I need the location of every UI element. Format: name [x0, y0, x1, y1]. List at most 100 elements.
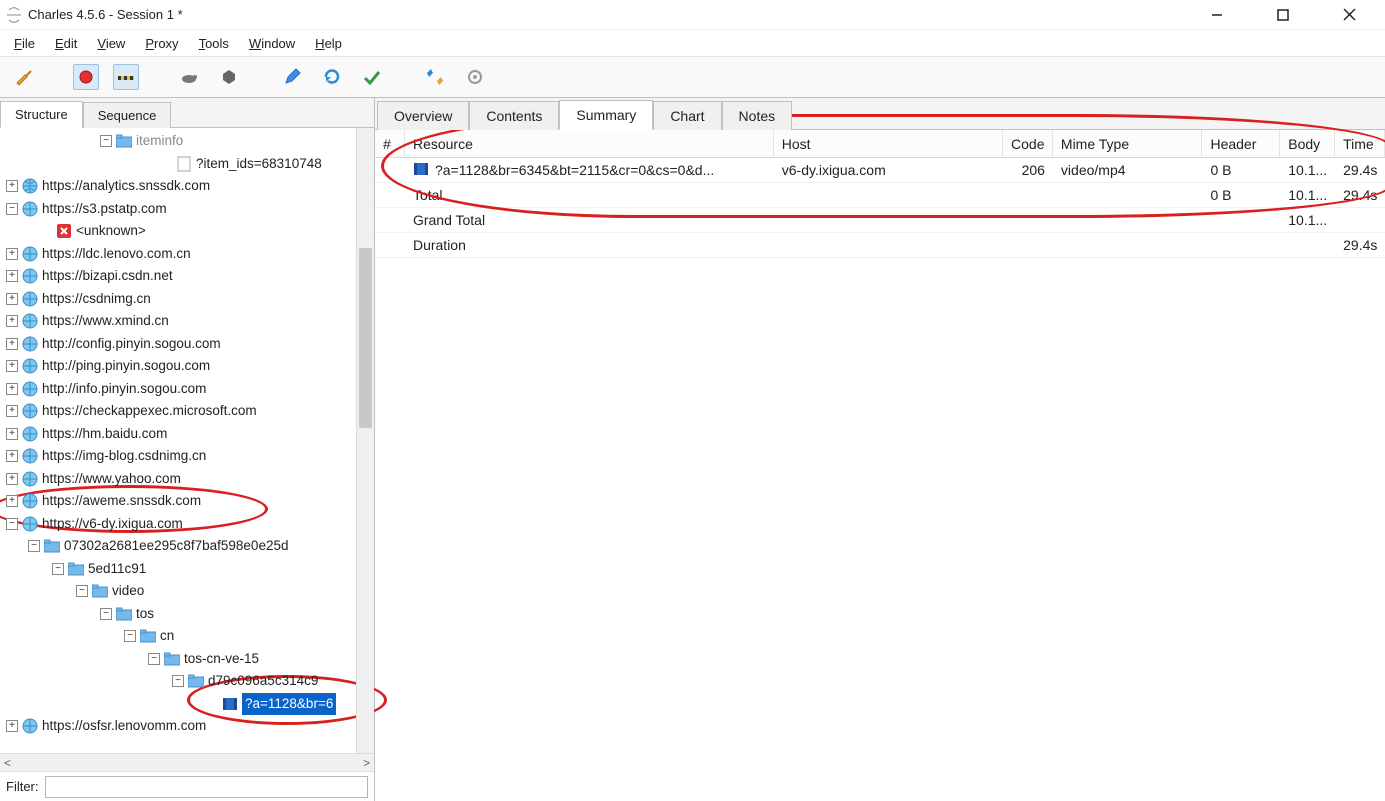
host-tree[interactable]: − iteminfo ?item_ids=68310748 +https://a… — [0, 128, 356, 753]
expand-icon[interactable]: + — [6, 248, 18, 260]
collapse-icon[interactable]: − — [100, 135, 112, 147]
toolbar — [0, 56, 1385, 98]
throttle-button[interactable] — [113, 64, 139, 90]
collapse-icon[interactable]: − — [76, 585, 88, 597]
tree-node-label[interactable]: d79c096a5c314c9 — [208, 670, 318, 693]
breakpoint-icon[interactable] — [216, 64, 242, 90]
col-mime[interactable]: Mime Type — [1053, 130, 1203, 157]
tab-chart[interactable]: Chart — [653, 101, 721, 130]
col-time[interactable]: Time — [1335, 130, 1385, 157]
tree-host[interactable]: https://v6-dy.ixigua.com — [42, 513, 183, 536]
col-resource[interactable]: Resource — [405, 130, 774, 157]
tab-summary[interactable]: Summary — [559, 100, 653, 130]
menu-help[interactable]: Help — [307, 34, 350, 53]
tree-host[interactable]: https://csdnimg.cn — [42, 288, 151, 311]
tree-node-label[interactable]: 5ed11c91 — [88, 558, 146, 581]
settings-icon[interactable] — [462, 64, 488, 90]
tree-node-label[interactable]: tos — [136, 603, 154, 626]
tab-notes[interactable]: Notes — [722, 101, 793, 130]
expand-icon[interactable]: + — [6, 270, 18, 282]
tree-node-label[interactable]: <unknown> — [76, 220, 146, 243]
expand-icon[interactable]: + — [6, 405, 18, 417]
tools-icon[interactable] — [422, 64, 448, 90]
folder-icon — [68, 561, 84, 577]
expand-icon[interactable]: + — [6, 428, 18, 440]
scroll-left-icon[interactable]: < — [4, 756, 11, 770]
total-label: Total — [405, 187, 774, 203]
turtle-icon[interactable] — [176, 64, 202, 90]
menu-file[interactable]: File — [6, 34, 43, 53]
collapse-icon[interactable]: − — [28, 540, 40, 552]
col-header[interactable]: Header — [1202, 130, 1280, 157]
check-icon[interactable] — [359, 64, 385, 90]
tree-host[interactable]: https://img-blog.csdnimg.cn — [42, 445, 206, 468]
tree-host[interactable]: https://aweme.snssdk.com — [42, 490, 201, 513]
tree-node-label[interactable]: 07302a2681ee295c8f7baf598e0e25d — [64, 535, 288, 558]
globe-icon — [22, 493, 38, 509]
menu-edit[interactable]: Edit — [47, 34, 85, 53]
collapse-icon[interactable]: − — [6, 518, 18, 530]
maximize-button[interactable] — [1261, 1, 1305, 29]
tree-host[interactable]: http://info.pinyin.sogou.com — [42, 378, 206, 401]
tree-host[interactable]: https://osfsr.lenovomm.com — [42, 715, 206, 738]
expand-icon[interactable]: + — [6, 473, 18, 485]
collapse-icon[interactable]: − — [172, 675, 184, 687]
tree-horizontal-scrollbar[interactable]: < > — [0, 753, 374, 771]
expand-icon[interactable]: + — [6, 315, 18, 327]
expand-icon[interactable]: + — [6, 720, 18, 732]
minimize-button[interactable] — [1195, 1, 1239, 29]
tab-structure[interactable]: Structure — [0, 101, 83, 128]
collapse-icon[interactable]: − — [148, 653, 160, 665]
expand-icon[interactable]: + — [6, 360, 18, 372]
table-row[interactable]: ?a=1128&br=6345&bt=2115&cr=0&cs=0&d... v… — [375, 158, 1385, 183]
menu-view[interactable]: View — [89, 34, 133, 53]
tree-node-label[interactable]: cn — [160, 625, 174, 648]
tree-vertical-scrollbar[interactable] — [356, 128, 374, 753]
tree-host[interactable]: https://s3.pstatp.com — [42, 198, 167, 221]
expand-icon[interactable]: + — [6, 383, 18, 395]
broom-icon[interactable] — [10, 64, 36, 90]
tree-host[interactable]: https://www.yahoo.com — [42, 468, 181, 491]
cell-header: 0 B — [1202, 162, 1280, 178]
tree-host[interactable]: https://analytics.snssdk.com — [42, 175, 210, 198]
tree-host[interactable]: https://checkappexec.microsoft.com — [42, 400, 257, 423]
expand-icon[interactable]: + — [6, 495, 18, 507]
tab-contents[interactable]: Contents — [469, 101, 559, 130]
tree-host[interactable]: https://www.xmind.cn — [42, 310, 169, 333]
tree-node-label[interactable]: tos-cn-ve-15 — [184, 648, 259, 671]
collapse-icon[interactable]: − — [6, 203, 18, 215]
edit-icon[interactable] — [279, 64, 305, 90]
scroll-right-icon[interactable]: > — [363, 756, 370, 770]
expand-icon[interactable]: + — [6, 293, 18, 305]
right-tabs: Overview Contents Summary Chart Notes — [375, 98, 1385, 130]
menu-tools[interactable]: Tools — [191, 34, 237, 53]
col-code[interactable]: Code — [1003, 130, 1053, 157]
col-body[interactable]: Body — [1280, 130, 1335, 157]
col-host[interactable]: Host — [774, 130, 1003, 157]
tab-overview[interactable]: Overview — [377, 101, 469, 130]
record-button[interactable] — [73, 64, 99, 90]
tree-host[interactable]: https://bizapi.csdn.net — [42, 265, 173, 288]
tree-host[interactable]: https://ldc.lenovo.com.cn — [42, 243, 191, 266]
tree-host[interactable]: http://ping.pinyin.sogou.com — [42, 355, 210, 378]
filter-input[interactable] — [45, 776, 369, 798]
scrollbar-thumb[interactable] — [359, 248, 372, 428]
tree-node-label[interactable]: video — [112, 580, 144, 603]
collapse-icon[interactable]: − — [52, 563, 64, 575]
expand-icon[interactable]: + — [6, 338, 18, 350]
collapse-icon[interactable]: − — [100, 608, 112, 620]
tree-host[interactable]: https://hm.baidu.com — [42, 423, 167, 446]
menu-window[interactable]: Window — [241, 34, 303, 53]
menu-proxy[interactable]: Proxy — [137, 34, 186, 53]
col-num[interactable]: # — [375, 130, 405, 157]
folder-icon — [116, 606, 132, 622]
close-button[interactable] — [1327, 1, 1371, 29]
refresh-icon[interactable] — [319, 64, 345, 90]
tree-host[interactable]: http://config.pinyin.sogou.com — [42, 333, 221, 356]
tree-selected-leaf[interactable]: ?a=1128&br=6 — [242, 693, 336, 716]
folder-icon — [140, 628, 156, 644]
collapse-icon[interactable]: − — [124, 630, 136, 642]
expand-icon[interactable]: + — [6, 450, 18, 462]
tab-sequence[interactable]: Sequence — [83, 102, 172, 128]
expand-icon[interactable]: + — [6, 180, 18, 192]
